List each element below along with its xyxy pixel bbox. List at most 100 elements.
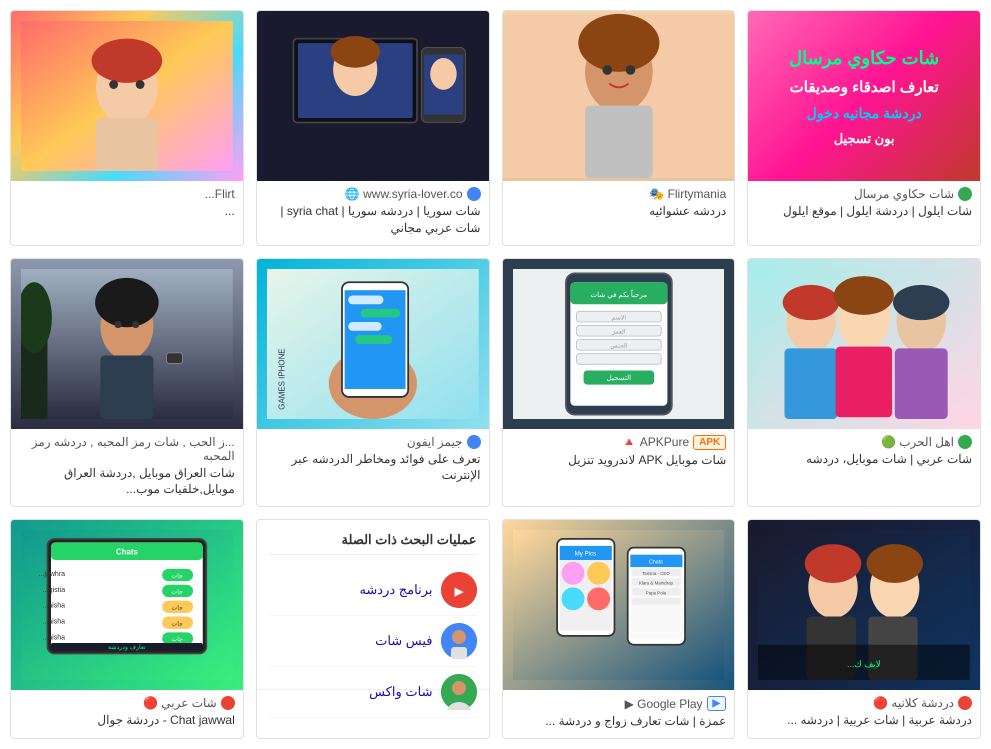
search-related-box: عمليات البحث ذات الصلة ▶ برنامج دردشه (257, 520, 489, 690)
card-1-1-desc: شات ايلول | دردشة ايلول | موقع ايلول (756, 203, 972, 220)
card-2-2-source: APK APKPure 🔺 (511, 435, 727, 450)
svg-text:چات: چات (171, 589, 183, 596)
card-1-3-source: www.syria-lover.co 🌐 (265, 187, 481, 201)
svg-text:تعارف ودردشة: تعارف ودردشة (108, 644, 146, 651)
svg-text:Klara & Maindrop: Klara & Maindrop (638, 581, 673, 586)
svg-text:My Pics: My Pics (574, 551, 596, 558)
search-related-thumb-3 (441, 674, 477, 710)
svg-text:GAMES IPHONE: GAMES IPHONE (277, 348, 286, 409)
card-3-2[interactable]: My Pics Chats Tamina - CEO Klara & Maind… (502, 519, 736, 739)
app-form-svg: مرحباً بكم في شات الاسم العمر الجنس التس… (513, 259, 725, 429)
card-2-1-source-icon (958, 435, 972, 449)
dark-overlay-svg: لايف ك... (758, 520, 970, 690)
card-1-4-desc: ... (19, 203, 235, 220)
card-1-1-source-icon (958, 187, 972, 201)
card-3-1-source: دردشة كلانيه 🔴 (756, 696, 972, 710)
card-3-4-meta: شات عربي 🔴 Chat jawwal - دردشة جوال (11, 690, 243, 737)
card-2-2-badge: APK (693, 435, 726, 450)
card-1-1-source-name: شات حكاوي مرسال (854, 187, 954, 201)
card-3-2-desc: عمزة | شات تعارف زواج و دردشة ... (511, 713, 727, 730)
card-2-2-image: مرحباً بكم في شات الاسم العمر الجنس التس… (503, 259, 735, 429)
card-3-1-source-icon (958, 696, 972, 710)
card-1-1-text3: دردشة مجانيه دخول (807, 101, 922, 126)
card-3-2-image: My Pics Chats Tamina - CEO Klara & Maind… (503, 520, 735, 690)
tablet-chat-svg: Chats jawhra... چات qistia... چات aisha.… (21, 520, 233, 690)
card-1-2-meta: Flirtymania 🎭 دردشه عشوائيه (503, 181, 735, 228)
colorful-chat-svg (21, 11, 233, 181)
image-grid: شات حكاوي مرسال تعارف اصدقاء وصديقات درد… (0, 0, 991, 749)
card-3-1[interactable]: لايف ك... دردشة كلانيه 🔴 دردشة عربية | ش… (747, 519, 981, 739)
svg-text:aisha...: aisha... (42, 635, 65, 642)
card-3-4-image: Chats jawhra... چات qistia... چات aisha.… (11, 520, 243, 690)
card-1-2-desc: دردشه عشوائيه (511, 203, 727, 220)
card-2-3-source-icon (467, 435, 481, 449)
card-1-2[interactable]: Flirtymania 🎭 دردشه عشوائيه (502, 10, 736, 246)
card-1-1-text4: بون تسجيل (834, 127, 895, 150)
card-3-4[interactable]: Chats jawhra... چات qistia... چات aisha.… (10, 519, 244, 739)
card-1-4-image (11, 11, 243, 181)
card-1-1-meta: شات حكاوي مرسال شات ايلول | دردشة ايلول … (748, 181, 980, 228)
card-2-3-source-name: جيمز ايفون (407, 435, 463, 449)
card-2-4-meta: ...ز الحب , شات رمز المحبه , دردشه رمز ا… (11, 429, 243, 507)
phone-hand-svg: GAMES IPHONE (267, 259, 479, 429)
card-2-1[interactable]: اهل الحرب 🟢 شات عربي | شات موبايل، دردشه (747, 258, 981, 508)
girls-selfie-svg (758, 259, 970, 429)
svg-text:aisha...: aisha... (42, 619, 65, 626)
card-1-1[interactable]: شات حكاوي مرسال تعارف اصدقاء وصديقات درد… (747, 10, 981, 246)
card-2-3-image: GAMES IPHONE (257, 259, 489, 429)
search-related-label-2: فيس شات (375, 633, 432, 649)
card-3-2-badge: ▶ (707, 696, 727, 711)
card-1-4-source: Flirt... (19, 187, 235, 201)
card-2-2-meta: APK APKPure 🔺 شات موبايل APK لاندرويد تن… (503, 429, 735, 477)
svg-text:چات: چات (171, 620, 183, 627)
svg-text:الاسم: الاسم (611, 314, 626, 321)
app-store-svg: My Pics Chats Tamina - CEO Klara & Maind… (513, 520, 725, 690)
card-1-1-source: شات حكاوي مرسال (756, 187, 972, 201)
card-3-2-meta: ▶ Google Play ▶ عمزة | شات تعارف زواج و … (503, 690, 735, 738)
card-2-4[interactable]: ...ز الحب , شات رمز المحبه , دردشه رمز ا… (10, 258, 244, 508)
search-related-thumb-1: ▶ (441, 572, 477, 608)
card-1-4[interactable]: Flirt... ... (10, 10, 244, 246)
card-1-3-desc: شات سوريا | دردشه سوريا | syria chat | ش… (265, 203, 481, 237)
search-related-label-1: برنامج دردشه (359, 582, 432, 598)
card-3-4-source: شات عربي 🔴 (19, 696, 235, 710)
svg-text:▶: ▶ (453, 586, 463, 598)
card-2-1-desc: شات عربي | شات موبايل، دردشه (756, 451, 972, 468)
card-3-4-source-name: شات عربي 🔴 (143, 696, 217, 710)
card-3-2-source-name: Google Play ▶ (625, 697, 703, 711)
card-3-1-meta: دردشة كلانيه 🔴 دردشة عربية | شات عربية |… (748, 690, 980, 737)
card-2-3-meta: جيمز ايفون تعرف على فوائد ومخاطر الدردشه… (257, 429, 489, 493)
search-related-label-3: شات واكس (369, 684, 432, 700)
card-1-4-meta: Flirt... ... (11, 181, 243, 228)
card-2-4-image (11, 259, 243, 429)
card-2-4-desc: شات العراق موبايل ,دردشة العراق موبايل,خ… (19, 465, 235, 499)
svg-text:التسجيل: التسجيل (606, 374, 631, 382)
card-2-1-source: اهل الحرب 🟢 (756, 435, 972, 449)
svg-text:jawhra...: jawhra... (38, 571, 65, 578)
card-1-3-meta: www.syria-lover.co 🌐 شات سوريا | دردشه س… (257, 181, 489, 245)
svg-text:چات: چات (171, 573, 183, 580)
dark-woman-svg (21, 259, 233, 429)
search-related-thumb-2 (441, 623, 477, 659)
card-3-1-source-name: دردشة كلانيه 🔴 (873, 696, 954, 710)
svg-text:چات: چات (171, 636, 183, 643)
card-2-4-source-name: ...ز الحب , شات رمز المحبه , دردشه رمز ا… (19, 435, 235, 463)
card-3-1-image: لايف ك... (748, 520, 980, 690)
search-related-item-3[interactable]: شات واكس (269, 667, 477, 718)
card-1-3-image (257, 11, 489, 181)
card-2-3[interactable]: GAMES IPHONE جيمز ايفون تعرف على فوائد و… (256, 258, 490, 508)
search-related-item-1[interactable]: ▶ برنامج دردشه (269, 565, 477, 616)
card-1-2-source: Flirtymania 🎭 (511, 187, 727, 201)
svg-text:چات: چات (171, 605, 183, 612)
card-1-3[interactable]: www.syria-lover.co 🌐 شات سوريا | دردشه س… (256, 10, 490, 246)
svg-text:qistia...: qistia... (43, 587, 65, 594)
card-2-1-image (748, 259, 980, 429)
svg-text:aisha...: aisha... (42, 603, 65, 610)
card-1-2-image (503, 11, 735, 181)
card-2-2-desc: شات موبايل APK لاندرويد تنزيل (511, 452, 727, 469)
card-3-3: عمليات البحث ذات الصلة ▶ برنامج دردشه (256, 519, 490, 739)
card-3-2-source: ▶ Google Play ▶ (511, 696, 727, 711)
search-related-item-2[interactable]: فيس شات (269, 616, 477, 667)
card-2-2[interactable]: مرحباً بكم في شات الاسم العمر الجنس التس… (502, 258, 736, 508)
wax-chat-icon (441, 674, 477, 710)
